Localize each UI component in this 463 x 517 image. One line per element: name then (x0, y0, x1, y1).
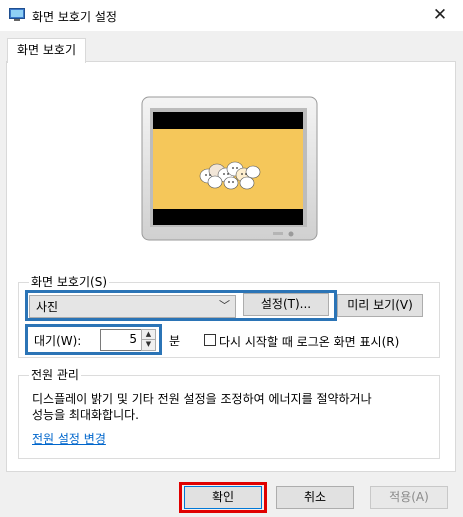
screensaver-group-label: 화면 보호기(S) (29, 275, 109, 289)
tab-screensaver[interactable]: 화면 보호기 (7, 38, 86, 63)
display-settings-icon (9, 8, 25, 21)
cancel-button[interactable]: 취소 (276, 486, 354, 509)
preview-image (153, 129, 303, 209)
power-settings-link[interactable]: 전원 설정 변경 (32, 430, 106, 447)
power-description-line1: 디스플레이 밝기 및 기타 전원 설정을 조정하여 에너지를 절약하거나 (32, 392, 372, 406)
power-description-line2: 성능을 최대화합니다. (32, 408, 139, 422)
preview-button[interactable]: 미리 보기(V) (337, 294, 423, 317)
title-bar: 화면 보호기 설정 ✕ (0, 0, 463, 31)
apply-button[interactable]: 적용(A) (370, 486, 448, 509)
highlight-box-wait (25, 324, 162, 355)
close-icon[interactable]: ✕ (425, 2, 455, 28)
wait-unit-label: 분 (169, 334, 181, 348)
power-group-label: 전원 관리 (29, 368, 81, 382)
highlight-box-ok (179, 482, 267, 513)
characters-illustration (199, 161, 261, 190)
resume-logon-label[interactable]: 다시 시작할 때 로그온 화면 표시(R) (219, 333, 399, 350)
window-title: 화면 보호기 설정 (32, 10, 117, 24)
preview-screen (153, 112, 303, 225)
resume-logon-checkbox[interactable] (204, 334, 216, 346)
highlight-box-select (25, 290, 337, 321)
